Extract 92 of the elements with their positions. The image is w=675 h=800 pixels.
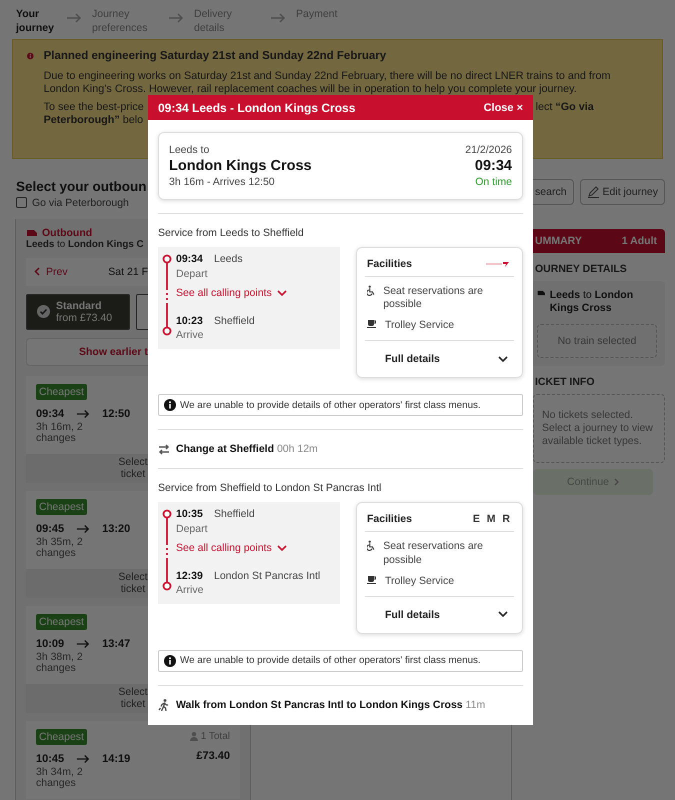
arrow-right-icon	[76, 754, 90, 764]
info-icon	[164, 399, 176, 412]
placeholder-field: No train selected	[537, 324, 657, 358]
origin-text: Leeds to	[169, 144, 210, 156]
facility-text: Trolley Service	[385, 319, 454, 332]
close-button[interactable]: Close ×	[484, 102, 523, 114]
depart-time: 10:35	[176, 508, 204, 522]
full-details-button[interactable]: Full details	[365, 596, 514, 627]
facility-text: Seat reservations are possible	[383, 285, 484, 312]
route-text: Leeds to London Kings C	[26, 238, 145, 250]
depart-time: 10:09	[36, 638, 64, 650]
arrive-label: Arrive	[176, 584, 204, 598]
arrow-right-icon	[66, 13, 82, 23]
cheapest-badge: Cheapest	[36, 614, 87, 630]
arrow-right-icon	[76, 524, 90, 534]
calling-points-link[interactable]: See all calling points	[176, 283, 287, 299]
facilities-title: Facilities	[367, 258, 412, 270]
depart-time: 09:34	[176, 253, 204, 267]
info-icon	[27, 50, 34, 62]
arrive-time: 14:19	[102, 752, 130, 765]
travel-date: 21/2/2026	[465, 144, 512, 156]
section-heading: OURNEY DETAILS	[534, 262, 628, 275]
arrow-right-icon	[76, 408, 90, 419]
operator-logo: E M R	[472, 513, 512, 526]
full-details-button[interactable]: Full details	[365, 340, 514, 372]
checkbox[interactable]	[16, 197, 27, 208]
step-tab[interactable]: Your journey	[16, 8, 56, 36]
prev-link[interactable]: Prev	[34, 266, 68, 278]
arrow-right-icon	[168, 13, 184, 23]
facility-text: Seat reservations are possible	[383, 540, 484, 567]
arrow-right-icon	[270, 13, 286, 23]
journey-duration: 3h 38m, 2 changes	[36, 652, 84, 675]
info-icon	[164, 654, 176, 667]
cup-icon	[367, 574, 377, 584]
fare-price: £73.40	[196, 750, 230, 762]
check-icon	[37, 305, 50, 318]
journey-duration: 3h 16m, 2 changes	[36, 422, 84, 445]
train-icon	[26, 228, 38, 237]
wheelchair-icon	[367, 540, 376, 552]
arrive-time: 13:20	[102, 522, 130, 535]
chevron-down-icon	[276, 544, 287, 552]
depart-time: 09:45	[36, 522, 64, 535]
operator-logo-icon	[486, 261, 512, 267]
notice-title: Planned engineering Saturday 21st and Sunday 22nd February	[44, 50, 388, 64]
chevron-down-icon	[498, 356, 508, 363]
notice-text: To see the best-price	[44, 100, 144, 114]
notice-text: Due to engineering works on Saturday 21st and Sunday 22nd February, there will be no direct LNER trains to and from London King’s Cross. However, rail replacement coaches will be in operation to help you complete your journey.	[44, 70, 612, 97]
page-heading: Select your outboun	[16, 178, 147, 194]
depart-time: 10:45	[36, 752, 64, 765]
arrive-time: 13:47	[102, 638, 130, 650]
destination-text: London Kings Cross	[169, 158, 312, 174]
depart-time: 09:34	[36, 408, 64, 420]
facilities-title: Facilities	[367, 513, 412, 526]
chevron-down-icon	[498, 611, 508, 618]
arrive-time: 12:50	[102, 408, 130, 420]
outbound-label: Outbound	[42, 226, 92, 239]
date-label: Sat 21 F	[108, 266, 148, 278]
pencil-icon	[586, 185, 600, 198]
journey-summary: 3h 16m - Arrives 12:50	[169, 176, 276, 188]
train-icon	[537, 288, 546, 297]
summary-title: UMMARY	[535, 234, 582, 247]
station-name: Leeds	[214, 253, 244, 267]
cheapest-badge: Cheapest	[36, 728, 87, 745]
walking-person-icon	[158, 698, 170, 711]
edit-journey-button[interactable]: Edit journey	[580, 178, 665, 205]
summary-route: Leeds to London Kings Cross	[550, 288, 634, 316]
service-title: Service from Leeds to Sheffield	[158, 227, 305, 239]
swap-icon	[158, 444, 170, 455]
chevron-left-icon	[34, 267, 40, 276]
cheapest-badge: Cheapest	[36, 498, 87, 515]
passenger-count: 1 Adult	[622, 234, 657, 247]
dialog-title: 09:34 Leeds - London Kings Cross	[158, 100, 356, 114]
arrive-time: 12:39	[176, 570, 204, 584]
facility-text: Trolley Service	[385, 574, 454, 588]
departure-time: 09:34	[474, 158, 512, 174]
journey-duration: 3h 34m, 2 changes	[36, 766, 84, 790]
cheapest-badge: Cheapest	[36, 384, 87, 400]
arrive-time: 10:23	[176, 315, 204, 329]
station-name: Sheffield	[214, 315, 256, 329]
checkbox-label: Go via Peterborough	[32, 196, 129, 209]
cup-icon	[367, 319, 377, 328]
notice-text: lect “Go via	[536, 100, 595, 114]
notice-text: Peterborough” belo	[44, 114, 144, 126]
class-option[interactable]: Standard from £73.40	[26, 294, 130, 330]
chevron-down-icon	[276, 290, 287, 296]
journey-duration: 3h 35m, 2 changes	[36, 536, 84, 560]
depart-label: Depart	[176, 268, 209, 282]
section-heading: ICKET INFO	[534, 376, 596, 388]
depart-label: Depart	[176, 523, 209, 538]
wheelchair-icon	[367, 285, 376, 296]
person-icon	[190, 732, 198, 742]
arrow-right-icon	[76, 638, 90, 649]
